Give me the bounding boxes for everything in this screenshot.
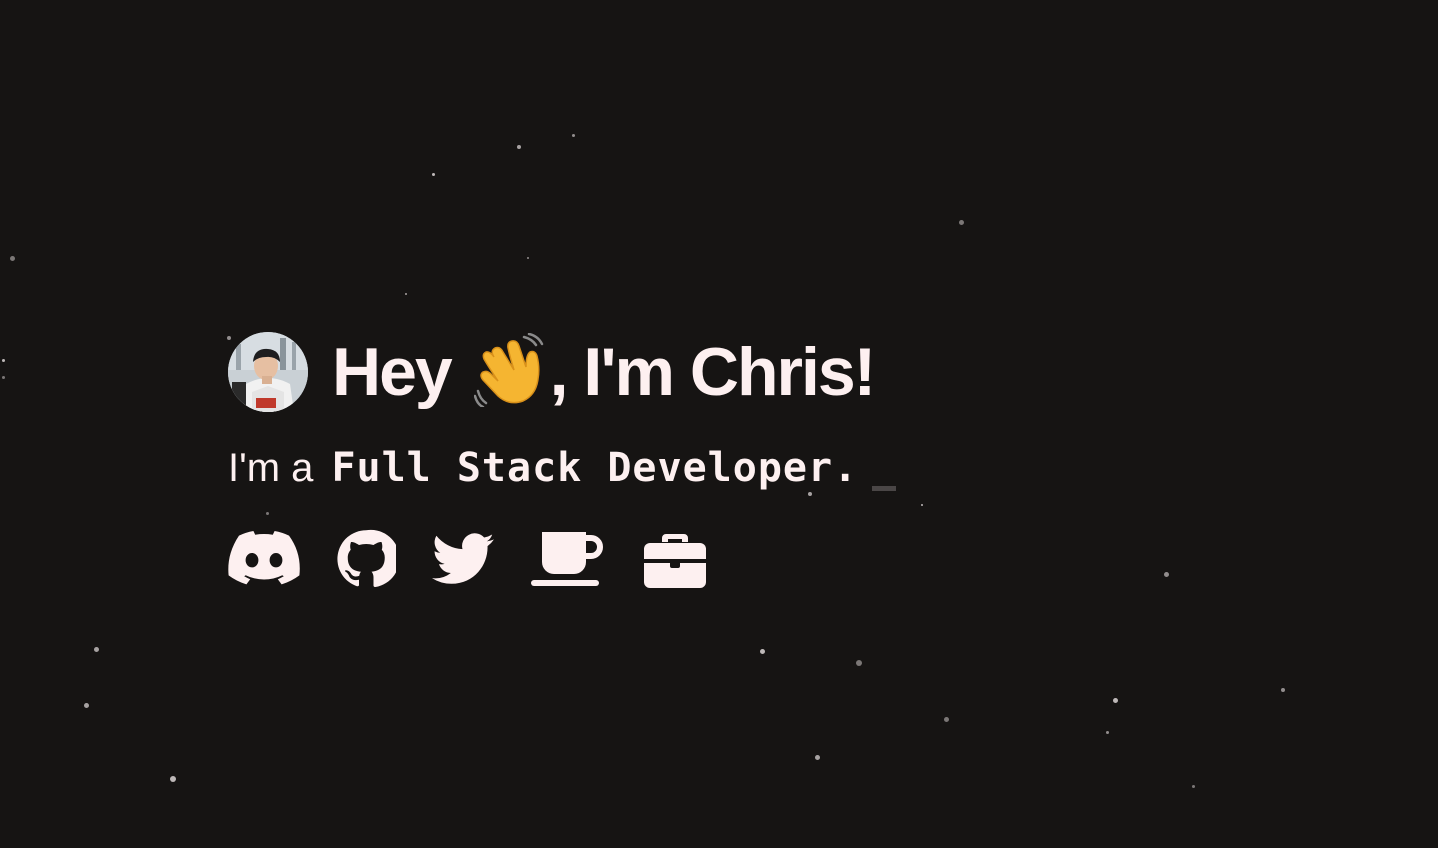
avatar	[228, 332, 308, 412]
star	[9, 255, 15, 261]
coffee-link[interactable]	[530, 528, 608, 590]
coffee-icon	[531, 532, 603, 586]
twitter-icon	[432, 533, 494, 584]
typed-role: Full Stack Developer.	[331, 445, 859, 491]
star	[1281, 688, 1285, 692]
waving-hand-icon	[473, 332, 548, 409]
discord-link[interactable]	[228, 528, 300, 590]
page-title: Hey , I'm Chris!	[332, 332, 877, 412]
star	[759, 648, 765, 654]
star	[527, 257, 529, 259]
star	[517, 145, 521, 149]
star	[170, 776, 176, 782]
star	[1, 375, 5, 379]
star	[1163, 571, 1169, 577]
greeting-text-start: Hey	[332, 334, 468, 410]
star	[405, 293, 407, 295]
star	[1112, 697, 1118, 703]
typing-cursor	[872, 485, 897, 491]
subtitle-row: I'm a Full Stack Developer.	[228, 442, 897, 494]
github-icon	[337, 529, 396, 588]
star	[431, 172, 435, 176]
twitter-link[interactable]	[432, 528, 494, 590]
star	[1191, 784, 1195, 788]
hero-section: Hey , I'm Chris! I'm a Full Stack Develo…	[228, 332, 897, 590]
subtitle-prefix: I'm a	[228, 445, 314, 490]
star	[943, 716, 949, 722]
star	[814, 754, 820, 760]
star	[83, 702, 89, 708]
star	[1105, 730, 1109, 734]
star	[856, 660, 862, 666]
star	[958, 219, 964, 225]
star	[921, 504, 923, 506]
github-link[interactable]	[336, 528, 396, 590]
star	[93, 646, 99, 652]
headline-row: Hey , I'm Chris!	[228, 332, 896, 412]
star	[1, 358, 5, 362]
discord-icon	[228, 531, 300, 585]
social-links	[228, 528, 896, 590]
portfolio-link[interactable]	[644, 528, 706, 590]
star	[571, 133, 575, 137]
profile-photo-icon	[228, 332, 308, 412]
greeting-text-end: , I'm Chris!	[549, 334, 877, 410]
briefcase-icon	[644, 534, 706, 588]
